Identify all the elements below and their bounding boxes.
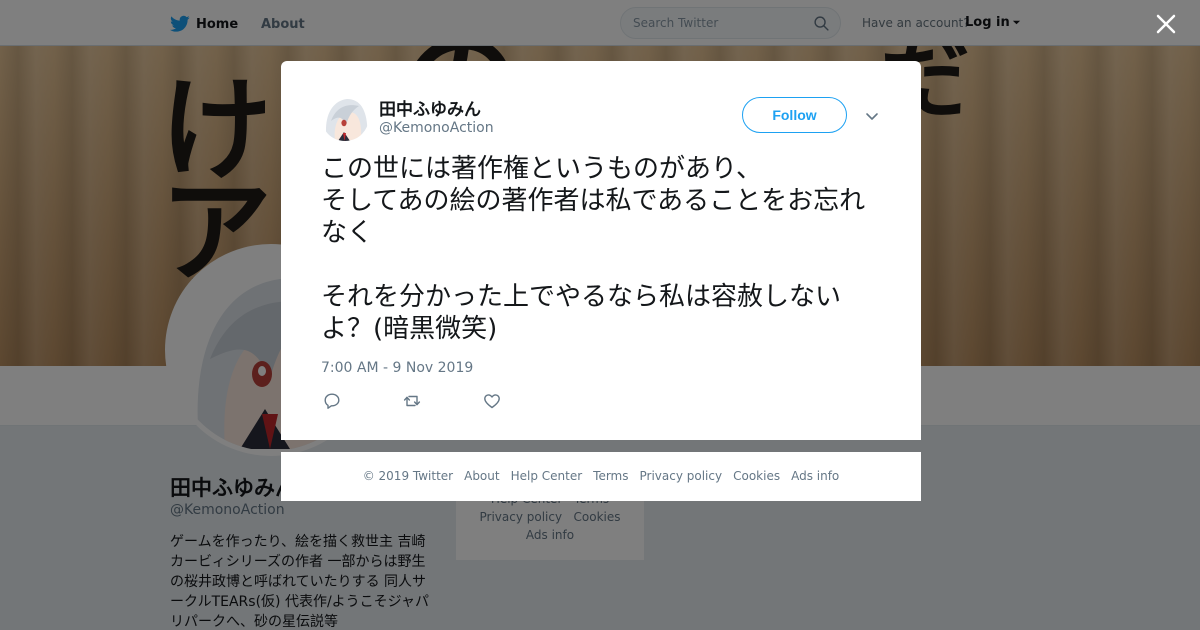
modal-footer-link-privacy[interactable]: Privacy policy xyxy=(640,469,723,483)
modal-footer-link-about[interactable]: About xyxy=(464,469,499,483)
like-icon[interactable] xyxy=(482,391,502,411)
avatar-illustration xyxy=(321,93,369,141)
modal-footer: © 2019 Twitter About Help Center Terms P… xyxy=(281,452,921,501)
tweet-author-name[interactable]: 田中ふゆみん xyxy=(379,95,481,120)
tweet-modal: 田中ふゆみん @KemonoAction Follow この世には著作権というも… xyxy=(281,61,921,440)
follow-label: Follow xyxy=(772,107,817,123)
modal-footer-copyright: © 2019 Twitter xyxy=(362,469,454,483)
tweet-author-avatar[interactable] xyxy=(321,93,369,141)
reply-icon[interactable] xyxy=(322,391,342,411)
modal-footer-link-terms[interactable]: Terms xyxy=(593,469,628,483)
modal-footer-link-cookies[interactable]: Cookies xyxy=(733,469,780,483)
tweet-timestamp[interactable]: 7:00 AM - 9 Nov 2019 xyxy=(321,360,473,376)
modal-footer-link-help[interactable]: Help Center xyxy=(511,469,583,483)
chevron-down-icon[interactable] xyxy=(863,107,881,125)
tweet-author-handle[interactable]: @KemonoAction xyxy=(379,120,494,136)
retweet-icon[interactable] xyxy=(402,391,422,411)
follow-button[interactable]: Follow xyxy=(742,97,847,133)
tweet-text: この世には著作権というものがあり、 そしてあの絵の著作者は私であることをお忘れな… xyxy=(321,154,866,344)
close-icon[interactable] xyxy=(1152,10,1180,38)
modal-footer-link-ads[interactable]: Ads info xyxy=(791,469,839,483)
